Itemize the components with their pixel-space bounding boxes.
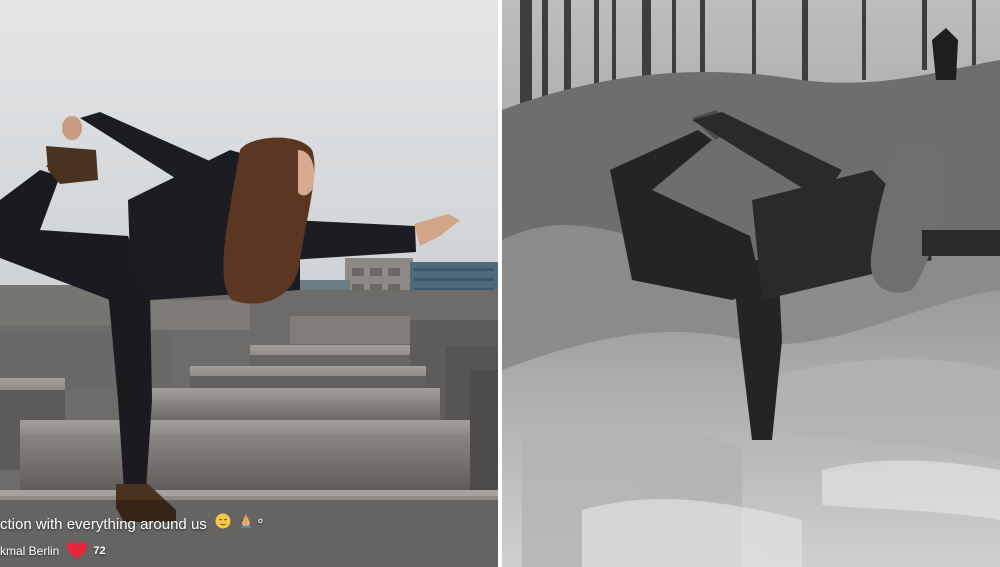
left-photo: ction with everything around us ° kmal B…	[0, 0, 498, 567]
location-text: kmal Berlin	[0, 544, 60, 558]
right-photo	[502, 0, 1000, 567]
caption-location-row: kmal Berlin 72	[0, 542, 106, 560]
grayscale-composite-scene	[502, 0, 1000, 567]
caption-main: ction with everything around us	[0, 516, 207, 533]
folded-hands-icon	[239, 513, 253, 529]
heart-icon[interactable]	[67, 542, 88, 560]
caption-text: ction with everything around us °	[0, 513, 263, 533]
like-count: 72	[93, 545, 106, 557]
memorial-photo-scene	[0, 0, 498, 567]
caption-trailing-mark: °	[257, 516, 264, 533]
relieved-face-icon	[215, 513, 231, 529]
